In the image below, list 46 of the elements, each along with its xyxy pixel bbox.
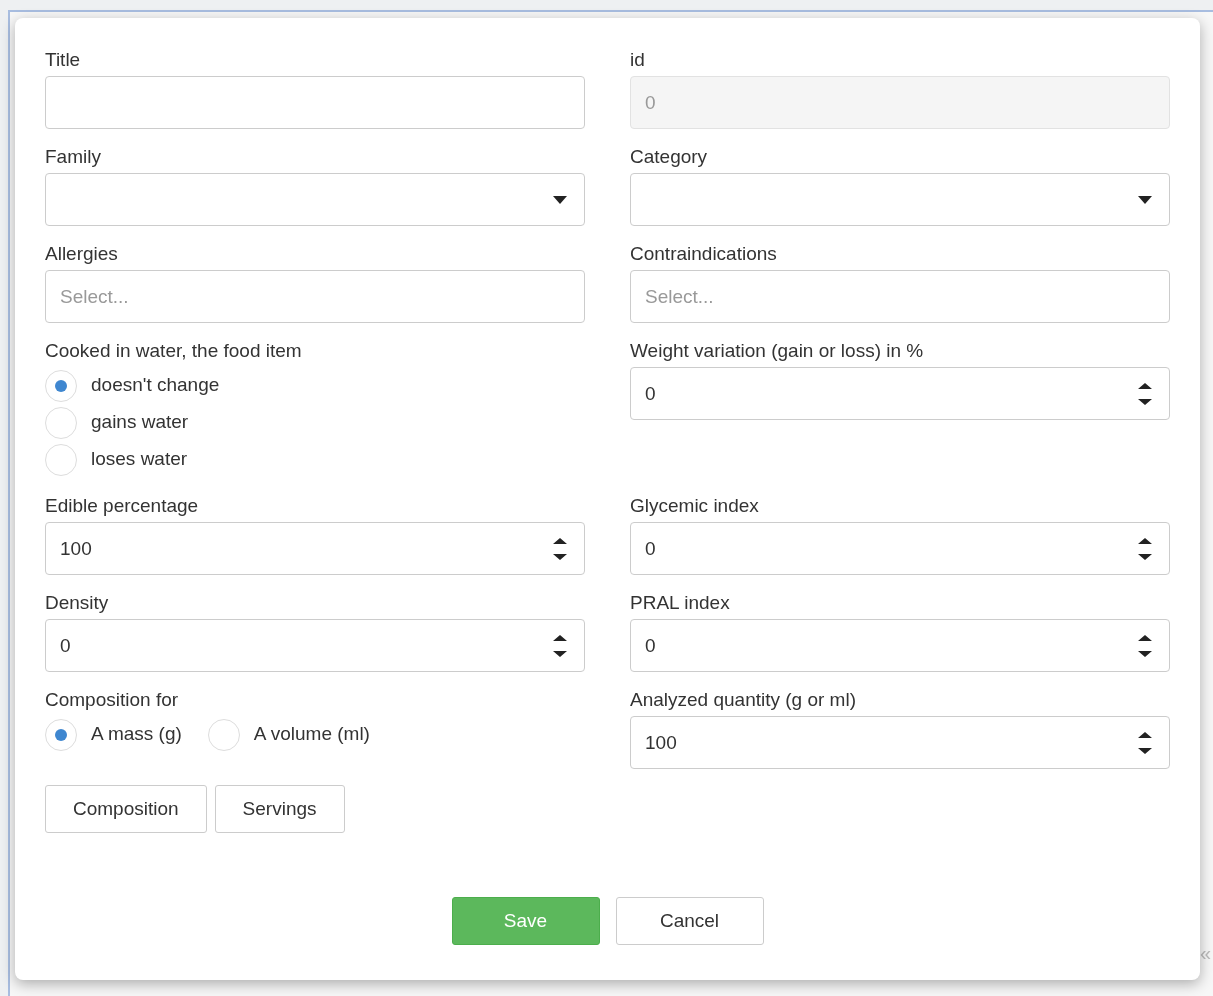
field-label: Family [45, 145, 101, 169]
field-label: Density [45, 591, 109, 615]
spinner-icon[interactable] [1138, 537, 1152, 560]
field-label: Allergies [45, 242, 118, 266]
field-label: Contraindications [630, 242, 777, 266]
radio-button[interactable] [45, 718, 77, 751]
radio-label[interactable]: A volume (ml) [253, 720, 370, 749]
spinner-icon[interactable] [1138, 382, 1152, 405]
number-field[interactable]: 0 [630, 619, 1170, 672]
tab-button[interactable]: Composition [45, 785, 207, 833]
spinner-icon[interactable] [1138, 634, 1152, 657]
caret-icon[interactable] [1138, 195, 1152, 204]
field-label: Composition for [45, 688, 179, 712]
field-label: Category [630, 145, 708, 169]
radio-button[interactable] [45, 369, 77, 402]
radio-button[interactable] [45, 443, 77, 476]
radio-label[interactable]: gains water [91, 408, 189, 437]
text-field[interactable] [45, 76, 585, 129]
radio-label[interactable]: doesn't change [91, 371, 220, 400]
radio-label[interactable]: A mass (g) [91, 720, 182, 749]
tab-button[interactable]: Servings [214, 785, 345, 833]
number-field[interactable]: 0 [630, 367, 1170, 420]
radio-button[interactable] [45, 406, 77, 439]
multiselect-field[interactable]: Select... [45, 270, 585, 323]
select-field[interactable] [630, 173, 1170, 226]
number-field[interactable]: 0 [630, 522, 1170, 575]
field-label: Analyzed quantity (g or ml) [630, 688, 856, 712]
field-label: Edible percentage [45, 494, 199, 518]
field-label: PRAL index [630, 591, 730, 615]
number-field[interactable]: 100 [45, 522, 585, 575]
field-label: id [630, 48, 645, 72]
number-field[interactable]: 0 [45, 619, 585, 672]
number-field[interactable]: 100 [630, 716, 1170, 769]
field-label: Title [45, 48, 81, 72]
spinner-icon[interactable] [1138, 731, 1152, 754]
multiselect-field[interactable]: Select... [630, 270, 1170, 323]
cancel-button[interactable]: Cancel [615, 897, 764, 945]
radio-label[interactable]: loses water [91, 445, 188, 474]
spinner-icon[interactable] [553, 537, 567, 560]
field-label: Weight variation (gain or loss) in % [630, 339, 924, 363]
field-label: Glycemic index [630, 494, 759, 518]
caret-icon[interactable] [553, 195, 567, 204]
spinner-icon[interactable] [553, 634, 567, 657]
radio-button[interactable] [207, 718, 240, 751]
field-label: Cooked in water, the food item [45, 339, 302, 363]
select-field[interactable] [45, 173, 585, 226]
